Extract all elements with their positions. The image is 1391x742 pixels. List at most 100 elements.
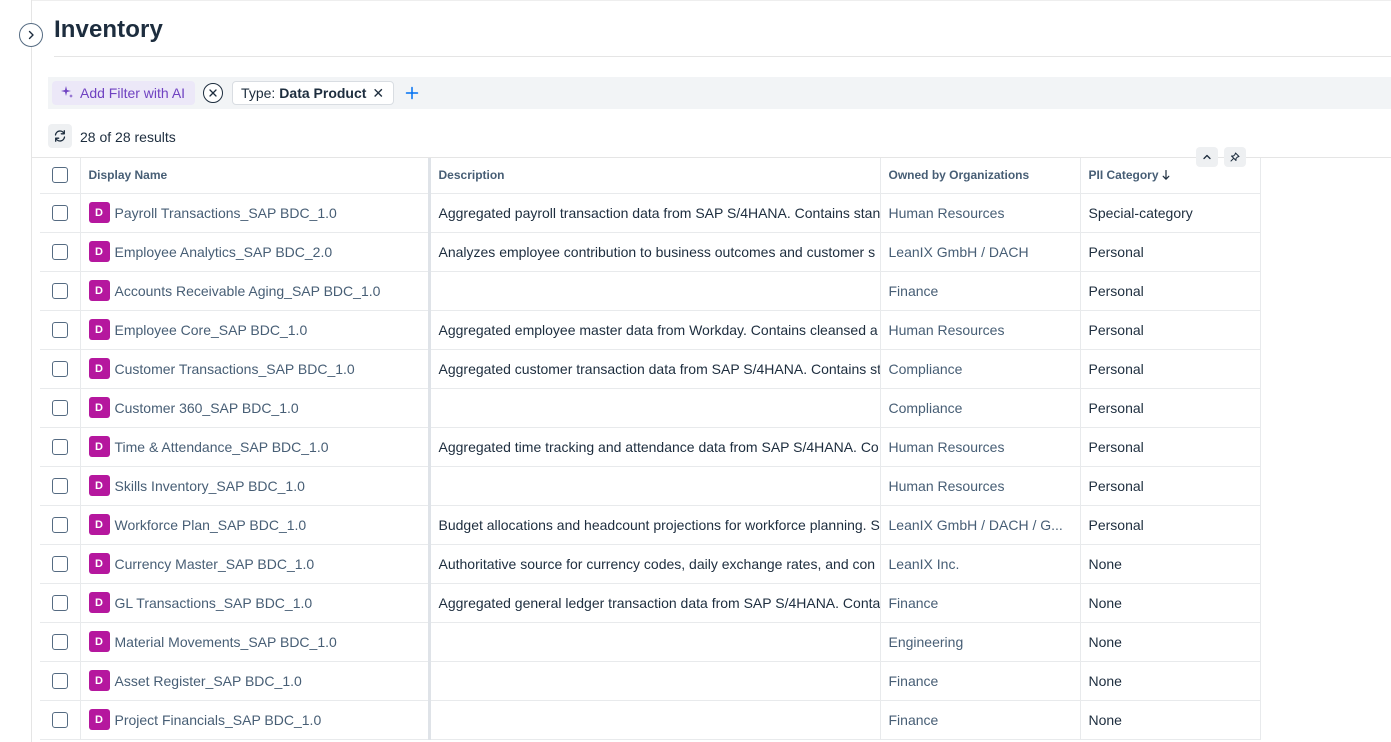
owned-by-cell: Human Resources bbox=[880, 310, 1081, 350]
table-row[interactable]: D Customer 360_SAP BDC_1.0 Compliance Perso… bbox=[40, 388, 1261, 428]
pii-category-cell: Special-category bbox=[1080, 193, 1261, 233]
pii-category-text: Personal bbox=[1088, 360, 1144, 377]
display-name-link[interactable]: Asset Register_SAP BDC_1.0 bbox=[115, 673, 302, 689]
display-name-cell: D Workforce Plan_SAP BDC_1.0 bbox=[80, 505, 431, 545]
row-checkbox[interactable] bbox=[51, 712, 68, 729]
owned-by-link[interactable]: Engineering bbox=[889, 634, 964, 650]
row-checkbox[interactable] bbox=[51, 283, 68, 300]
owned-by-cell: LeanIX Inc. bbox=[880, 544, 1081, 584]
pii-category-text: Personal bbox=[1088, 438, 1144, 455]
pii-category-cell: None bbox=[1080, 622, 1261, 662]
row-select-cell bbox=[40, 271, 81, 311]
owned-by-link[interactable]: Finance bbox=[889, 595, 939, 611]
row-select-cell bbox=[40, 427, 81, 467]
display-name-link[interactable]: Currency Master_SAP BDC_1.0 bbox=[115, 556, 315, 572]
plus-icon[interactable] bbox=[404, 85, 420, 101]
owned-by-link[interactable]: LeanIX GmbH / DACH / G... bbox=[889, 517, 1063, 533]
pii-category-text: Personal bbox=[1088, 321, 1144, 338]
chevron-right-icon[interactable] bbox=[19, 23, 43, 47]
description-cell bbox=[429, 388, 881, 428]
header-owned-by[interactable]: Owned by Organizations bbox=[880, 158, 1081, 194]
owned-by-link[interactable]: Compliance bbox=[889, 400, 963, 416]
close-icon[interactable]: ✕ bbox=[372, 86, 384, 100]
row-checkbox[interactable] bbox=[51, 556, 68, 573]
owned-by-link[interactable]: LeanIX Inc. bbox=[889, 556, 960, 572]
data-product-badge: D bbox=[88, 202, 110, 223]
table-row[interactable]: D Employee Analytics_SAP BDC_2.0 Analyzes … bbox=[40, 232, 1261, 272]
table-row[interactable]: D Material Movements_SAP BDC_1.0 Engineeri… bbox=[40, 622, 1261, 662]
row-checkbox[interactable] bbox=[51, 673, 68, 690]
display-name-link[interactable]: Material Movements_SAP BDC_1.0 bbox=[115, 634, 337, 650]
display-name-cell: D Currency Master_SAP BDC_1.0 bbox=[80, 544, 431, 584]
table-header-row: Display Name Description Owned by Organi… bbox=[40, 158, 1261, 194]
row-checkbox[interactable] bbox=[51, 634, 68, 651]
owned-by-link[interactable]: Finance bbox=[889, 673, 939, 689]
row-checkbox[interactable] bbox=[51, 517, 68, 534]
pin-icon[interactable] bbox=[1224, 147, 1246, 167]
owned-by-link[interactable]: LeanIX GmbH / DACH bbox=[889, 244, 1029, 260]
owned-by-link[interactable]: Finance bbox=[889, 283, 939, 299]
owned-by-cell: Finance bbox=[880, 271, 1081, 311]
filter-chip-type[interactable]: Type: Data Product ✕ bbox=[232, 81, 395, 105]
display-name-link[interactable]: Employee Core_SAP BDC_1.0 bbox=[115, 322, 308, 338]
add-filter-with-ai-button[interactable]: Add Filter with AI bbox=[52, 81, 196, 105]
select-all-checkbox[interactable] bbox=[51, 167, 68, 184]
table-row[interactable]: D Accounts Receivable Aging_SAP BDC_1.0 Fi… bbox=[40, 271, 1261, 311]
display-name-link[interactable]: Skills Inventory_SAP BDC_1.0 bbox=[115, 478, 305, 494]
pii-category-cell: None bbox=[1080, 700, 1261, 740]
row-checkbox[interactable] bbox=[51, 244, 68, 261]
owned-by-link[interactable]: Human Resources bbox=[889, 205, 1005, 221]
table-row[interactable]: D Skills Inventory_SAP BDC_1.0 Human Resou… bbox=[40, 466, 1261, 506]
row-checkbox[interactable] bbox=[51, 439, 68, 456]
data-product-badge: D bbox=[88, 280, 110, 301]
table-row[interactable]: D Asset Register_SAP BDC_1.0 Finance None bbox=[40, 661, 1261, 701]
display-name-link[interactable]: Time & Attendance_SAP BDC_1.0 bbox=[115, 439, 329, 455]
refresh-icon[interactable] bbox=[48, 124, 72, 148]
display-name-link[interactable]: Project Financials_SAP BDC_1.0 bbox=[115, 712, 322, 728]
row-checkbox[interactable] bbox=[51, 322, 68, 339]
row-checkbox[interactable] bbox=[51, 400, 68, 417]
owned-by-link[interactable]: Human Resources bbox=[889, 478, 1005, 494]
close-circle-icon[interactable] bbox=[203, 83, 224, 103]
data-product-badge: D bbox=[88, 592, 110, 613]
display-name-link[interactable]: GL Transactions_SAP BDC_1.0 bbox=[115, 595, 313, 611]
row-select-cell bbox=[40, 544, 81, 584]
row-checkbox[interactable] bbox=[51, 595, 68, 612]
table-row[interactable]: D Project Financials_SAP BDC_1.0 Finance No… bbox=[40, 700, 1261, 740]
owned-by-cell: Finance bbox=[880, 661, 1081, 701]
header-description[interactable]: Description bbox=[429, 158, 881, 194]
display-name-link[interactable]: Workforce Plan_SAP BDC_1.0 bbox=[115, 517, 307, 533]
table-row[interactable]: D Payroll Transactions_SAP BDC_1.0 Aggrega… bbox=[40, 193, 1261, 233]
owned-by-link[interactable]: Human Resources bbox=[889, 439, 1005, 455]
table-row[interactable]: D Currency Master_SAP BDC_1.0 Authoritativ… bbox=[40, 544, 1261, 584]
table-row[interactable]: D Customer Transactions_SAP BDC_1.0 Aggreg… bbox=[40, 349, 1261, 389]
display-name-link[interactable]: Payroll Transactions_SAP BDC_1.0 bbox=[115, 205, 337, 221]
filter-chip-value: Data Product bbox=[279, 85, 367, 101]
display-name-cell: D Material Movements_SAP BDC_1.0 bbox=[80, 622, 431, 662]
table-row[interactable]: D Time & Attendance_SAP BDC_1.0 Aggregated… bbox=[40, 427, 1261, 467]
description-cell: Aggregated customer transaction data fro… bbox=[429, 349, 881, 389]
pii-category-text: Personal bbox=[1088, 516, 1144, 533]
row-checkbox[interactable] bbox=[51, 205, 68, 222]
pii-category-text: None bbox=[1088, 672, 1122, 689]
owned-by-link[interactable]: Compliance bbox=[889, 361, 963, 377]
owned-by-cell: Human Resources bbox=[880, 466, 1081, 506]
display-name-link[interactable]: Customer Transactions_SAP BDC_1.0 bbox=[115, 361, 355, 377]
description-text: Aggregated payroll transaction data from… bbox=[438, 204, 880, 221]
table-row[interactable]: D Employee Core_SAP BDC_1.0 Aggregated emp… bbox=[40, 310, 1261, 350]
owned-by-link[interactable]: Human Resources bbox=[889, 322, 1005, 338]
display-name-link[interactable]: Accounts Receivable Aging_SAP BDC_1.0 bbox=[115, 283, 381, 299]
display-name-link[interactable]: Employee Analytics_SAP BDC_2.0 bbox=[115, 244, 333, 260]
table-row[interactable]: D Workforce Plan_SAP BDC_1.0 Budget alloca… bbox=[40, 505, 1261, 545]
column-tools bbox=[1196, 147, 1246, 167]
row-checkbox[interactable] bbox=[51, 478, 68, 495]
data-product-badge: D bbox=[88, 241, 110, 262]
header-display-name[interactable]: Display Name bbox=[80, 158, 431, 194]
display-name-cell: D Customer 360_SAP BDC_1.0 bbox=[80, 388, 431, 428]
table-row[interactable]: D GL Transactions_SAP BDC_1.0 Aggregated g… bbox=[40, 583, 1261, 623]
owned-by-link[interactable]: Finance bbox=[889, 712, 939, 728]
chevron-up-icon[interactable] bbox=[1196, 147, 1218, 167]
row-checkbox[interactable] bbox=[51, 361, 68, 378]
display-name-link[interactable]: Customer 360_SAP BDC_1.0 bbox=[115, 400, 299, 416]
pii-category-cell: Personal bbox=[1080, 310, 1261, 350]
